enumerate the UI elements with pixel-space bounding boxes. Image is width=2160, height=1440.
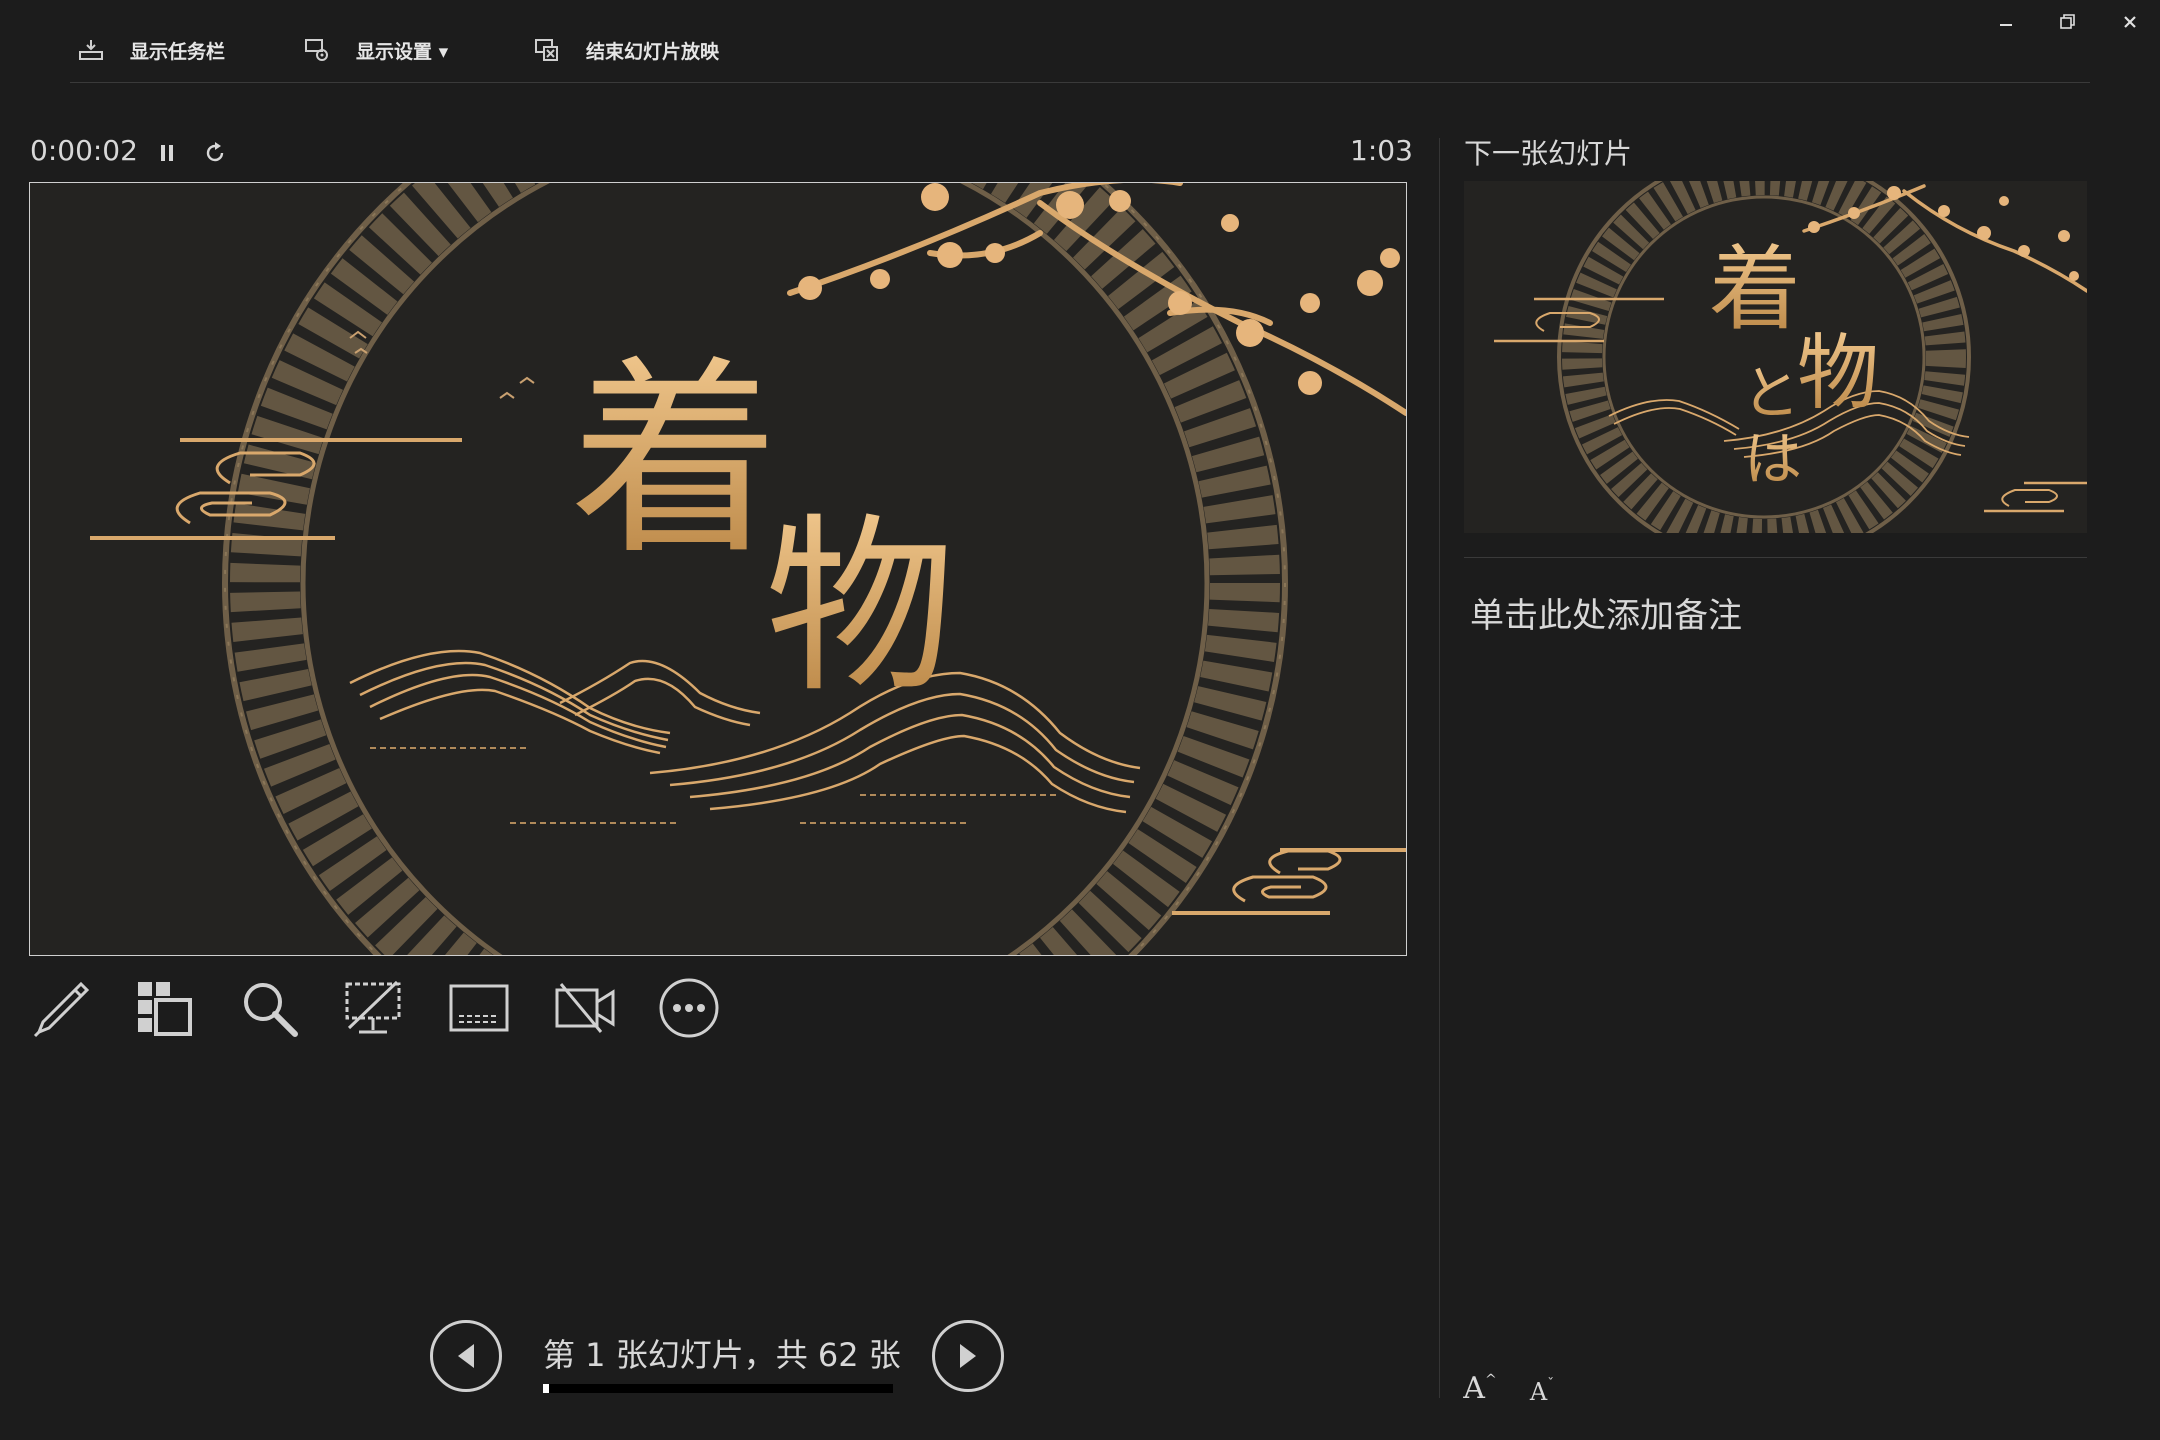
- pause-icon: [161, 145, 173, 161]
- subtitles-button[interactable]: [446, 975, 512, 1041]
- camera-off-icon: [555, 983, 615, 1033]
- elapsed-timer: 0:00:02: [30, 134, 138, 167]
- slide-counter: 第 1 张幻灯片，共 62 张: [543, 1336, 901, 1374]
- next-icon: [960, 1344, 976, 1368]
- next-slide-artwork: 着 物 と は: [1494, 181, 2087, 533]
- end-show-icon: [535, 39, 558, 61]
- decrease-font-icon: A: [1529, 1378, 1548, 1406]
- pause-timer-button[interactable]: [152, 138, 182, 168]
- restore-button[interactable]: [2048, 4, 2088, 40]
- reset-timer-icon: [206, 142, 224, 162]
- zoom-icon: [244, 983, 298, 1037]
- pen-tool-button[interactable]: [28, 975, 94, 1041]
- previous-icon: [458, 1344, 474, 1368]
- slide-progress-fill: [543, 1384, 549, 1393]
- next-title-char-2: 物: [1797, 326, 1879, 421]
- show-taskbar-label: 显示任务栏: [130, 40, 226, 63]
- display-settings-label: 显示设置 ▾: [356, 40, 449, 63]
- close-button[interactable]: [2110, 4, 2150, 40]
- slide-progress-bar[interactable]: [543, 1384, 893, 1393]
- toolbar-divider: [70, 82, 2090, 83]
- pane-divider: [1439, 138, 1440, 1398]
- taskbar-icon: [79, 40, 103, 60]
- decrease-font-button[interactable]: Aˇ: [1522, 1366, 1562, 1406]
- next-title-char-3: と: [1742, 359, 1800, 427]
- end-slideshow-button[interactable]: 结束幻灯片放映: [534, 30, 719, 70]
- black-screen-icon: [345, 980, 401, 1034]
- see-all-slides-button[interactable]: [131, 975, 197, 1041]
- increase-font-button[interactable]: A ^: [1460, 1366, 1500, 1406]
- end-show-label: 结束幻灯片放映: [586, 40, 720, 63]
- more-options-button[interactable]: [656, 975, 722, 1041]
- previous-slide-button[interactable]: [430, 1320, 502, 1392]
- next-title-char-4: は: [1744, 425, 1802, 493]
- increase-font-icon: A: [1463, 1371, 1485, 1406]
- slide-title-char-1: 着: [570, 338, 780, 583]
- more-options-icon: [659, 978, 719, 1038]
- decrease-caret-icon: ˇ: [1547, 1376, 1555, 1392]
- slide-artwork: 着 物: [90, 183, 1406, 955]
- current-slide[interactable]: 着 物: [29, 182, 1407, 956]
- zoom-button[interactable]: [236, 975, 302, 1041]
- slide-title-char-2: 物: [765, 497, 955, 718]
- black-screen-button[interactable]: [340, 975, 406, 1041]
- pen-tool-icon: [33, 981, 90, 1038]
- notes-divider: [1464, 557, 2087, 558]
- close-icon: [2124, 16, 2136, 28]
- next-slide-thumbnail[interactable]: 着 物 と は: [1464, 181, 2087, 533]
- minimize-icon: [2000, 24, 2012, 26]
- next-slide-label: 下一张幻灯片: [1464, 137, 1633, 170]
- next-title-char-1: 着: [1709, 236, 1801, 343]
- subtitles-icon: [449, 984, 509, 1032]
- minimize-button[interactable]: [1986, 4, 2026, 40]
- reset-timer-button[interactable]: [200, 138, 230, 168]
- camera-toggle-button[interactable]: [552, 975, 618, 1041]
- display-settings-icon: [305, 39, 328, 61]
- speaker-notes-area[interactable]: 单击此处添加备注: [1470, 588, 1742, 637]
- restore-icon: [2060, 14, 2075, 29]
- display-settings-button[interactable]: 显示设置 ▾: [304, 30, 448, 70]
- show-taskbar-button[interactable]: 显示任务栏: [78, 30, 225, 70]
- see-all-slides-icon: [138, 982, 192, 1036]
- increase-caret-icon: ^: [1484, 1372, 1497, 1388]
- next-slide-button[interactable]: [932, 1320, 1004, 1392]
- clock-time: 1:03: [1350, 134, 1413, 167]
